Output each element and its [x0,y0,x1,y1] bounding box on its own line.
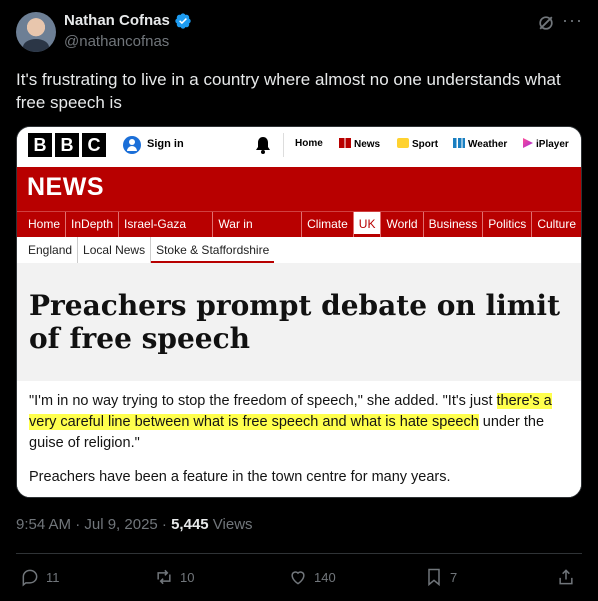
bbc-nav-news: News [339,138,380,150]
author-handle[interactable]: @nathancofnas [64,33,169,50]
sub-nav-item-active: Stoke & Staffordshire [151,237,275,263]
news-nav-item: Climate [302,212,354,237]
bbc-nav-home: Home [295,138,323,149]
bbc-nav-sport: Sport [397,138,438,150]
bookmark-button[interactable]: 7 [424,566,457,588]
news-nav-item: Politics [483,212,533,237]
tweet-text: It's frustrating to live in a country wh… [16,70,561,112]
bbc-logo: B B C [28,133,106,157]
bookmark-count: 7 [450,569,458,585]
bookmark-icon [428,568,440,587]
iplayer-icon [523,138,533,148]
heart-icon [291,571,305,585]
repost-button[interactable]: 10 [154,566,194,588]
like-count: 140 [314,569,336,585]
divider [16,553,582,554]
news-nav-item: Culture [537,217,576,231]
news-nav-item: Home [23,212,67,237]
verified-badge-icon [175,13,191,29]
news-section-title: NEWS [27,173,104,201]
bell-icon [256,137,270,154]
news-nav-item: Israel-Gaza war [119,212,214,255]
article-paragraph: Preachers have been a feature in the tow… [29,469,451,485]
sport-icon [397,138,409,148]
tweet-image[interactable]: B B C Sign in Home News Sport Weather iP… [16,126,582,498]
sub-nav: England Local News Stoke & Staffordshire [17,237,581,263]
article-quote: "I'm in no way trying to stop the freedo… [29,393,552,451]
bbc-nav-weather: Weather [453,138,507,150]
tweet-meta: 9:54 AM · Jul 9, 2025 · 5,445 Views [16,516,253,533]
more-options-icon[interactable]: ··· [562,10,583,31]
sign-in-label: Sign in [147,138,184,150]
article-headline: Preachers prompt debate on limit of free… [29,289,561,355]
grok-icon[interactable] [536,13,556,33]
bbc-nav-iplayer: iPlayer [523,138,569,150]
news-nav-item: World [381,212,424,237]
news-nav: Home InDepth Israel-Gaza war War in Ukra… [17,211,581,255]
share-icon [559,569,573,585]
news-nav-item-active: UK [353,212,382,237]
account-icon [123,136,141,154]
sub-nav-item: England [23,237,79,263]
news-nav-item: InDepth [66,212,120,237]
reply-icon [22,569,38,587]
repost-icon [157,569,171,585]
news-nav-item: Business [424,212,484,237]
sub-nav-item: Local News [78,237,152,263]
reply-button[interactable]: 11 [20,566,60,588]
news-icon [339,138,351,148]
like-button[interactable]: 140 [288,566,336,588]
news-nav-item: War in Ukraine [213,212,303,255]
bbc-top-bar: B B C Sign in Home News Sport Weather iP… [17,127,581,167]
tweet-timestamp[interactable]: 9:54 AM · Jul 9, 2025 · [16,516,171,533]
weather-icon [453,138,465,148]
views-label: Views [208,516,253,533]
author-name[interactable]: Nathan Cofnas [64,12,170,29]
avatar[interactable] [16,12,56,52]
nav-divider [283,133,284,157]
reply-count: 11 [46,569,60,585]
views-count: 5,445 [171,516,209,533]
share-button[interactable] [556,566,576,588]
repost-count: 10 [180,569,195,585]
